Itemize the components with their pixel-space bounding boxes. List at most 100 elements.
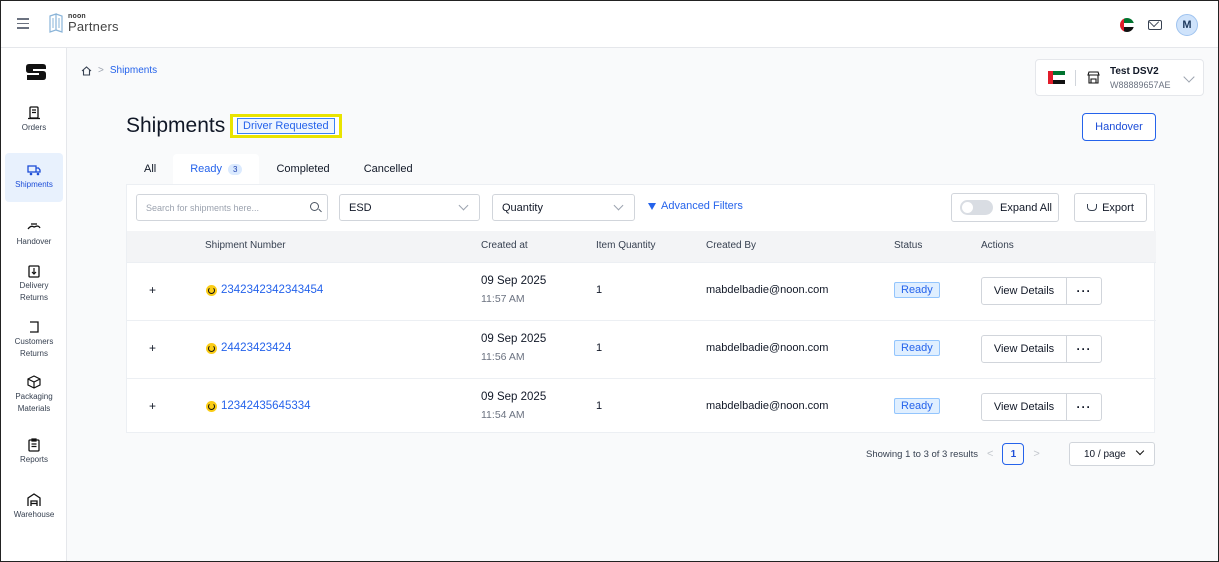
per-page-select[interactable]: 10 / page: [1069, 442, 1155, 466]
advanced-filters-link[interactable]: Advanced Filters: [648, 200, 743, 212]
sidebar-item-label: Packaging Materials: [15, 392, 53, 413]
expand-all-label: Expand All: [1000, 201, 1052, 214]
store-selector[interactable]: Test DSV2 W88889657AE: [1035, 59, 1204, 96]
created-date: 09 Sep 2025: [481, 333, 547, 345]
tab-cancelled[interactable]: Cancelled: [347, 154, 430, 184]
sidebar-item-warehouse[interactable]: Warehouse: [5, 493, 63, 521]
table-header: Shipment Number Created at Item Quantity…: [127, 231, 1156, 262]
sidebar-item-label: Customers Returns: [14, 337, 54, 358]
shipment-number-cell: 2342342342343454: [206, 284, 323, 296]
expand-row-button[interactable]: +: [149, 341, 156, 355]
filter-toolbar: ESD Quantity Advanced Filters Expand All: [127, 185, 1156, 231]
view-details-button[interactable]: View Details: [981, 335, 1067, 363]
sidebar-item-shipments[interactable]: Shipments: [5, 153, 63, 202]
tab-ready[interactable]: Ready 3: [173, 154, 260, 184]
export-button[interactable]: Export: [1074, 193, 1147, 222]
shipment-number-link[interactable]: 12342435645334: [221, 400, 311, 412]
store-name: Test DSV2: [1110, 66, 1159, 77]
shipment-number-link[interactable]: 24423423424: [221, 342, 291, 354]
sidebar-item-label: Orders: [21, 123, 47, 132]
warehouse-icon: [27, 493, 41, 506]
customer-returns-icon: [30, 321, 39, 333]
sidebar-item-customers-returns[interactable]: Customers Returns: [5, 320, 63, 359]
created-time: 11:57 AM: [481, 293, 525, 305]
column-header-created-by: Created By: [706, 240, 757, 251]
status-badge: Ready: [894, 340, 940, 356]
breadcrumb-separator-icon: >: [98, 65, 104, 76]
sidebar-item-orders[interactable]: Orders: [5, 106, 63, 134]
column-header-item-quantity: Item Quantity: [596, 240, 656, 251]
quantity-select[interactable]: Quantity: [492, 194, 635, 221]
page-number-button[interactable]: 1: [1002, 443, 1025, 465]
results-summary: Showing 1 to 3 of 3 results: [866, 448, 978, 460]
brand-logo-icon[interactable]: [25, 62, 47, 82]
view-details-button[interactable]: View Details: [981, 277, 1067, 305]
uae-flag-icon: [1048, 71, 1065, 84]
page-title: Shipments: [126, 114, 226, 137]
tab-all[interactable]: All: [127, 154, 173, 184]
shipment-number-cell: 24423423424: [206, 342, 291, 354]
handover-button[interactable]: Handover: [1082, 113, 1156, 141]
created-by: mabdelbadie@noon.com: [706, 284, 829, 296]
toggle-switch[interactable]: [960, 200, 993, 215]
column-header-shipment: Shipment Number: [205, 240, 286, 251]
store-icon: [1087, 71, 1100, 84]
status-tag-highlight: Driver Requested: [230, 114, 342, 138]
breadcrumb: > Shipments: [81, 65, 157, 76]
tab-label: Ready: [190, 163, 223, 175]
sidebar-item-reports[interactable]: Reports: [5, 438, 63, 466]
item-quantity: 1: [596, 400, 603, 412]
expand-row-button[interactable]: +: [149, 399, 156, 413]
chevron-down-icon: [1135, 446, 1145, 456]
driver-requested-tag: Driver Requested: [237, 118, 335, 134]
shipment-number-link[interactable]: 2342342342343454: [221, 284, 323, 296]
shipments-card: ESD Quantity Advanced Filters Expand All: [126, 184, 1156, 436]
menu-icon[interactable]: [17, 18, 29, 29]
noon-logo-icon: [49, 13, 63, 33]
sidebar-item-delivery-returns[interactable]: Delivery Returns: [5, 264, 63, 303]
reports-icon: [28, 438, 40, 452]
next-page-icon[interactable]: >: [1033, 448, 1039, 460]
pagination: Showing 1 to 3 of 3 results < 1 >: [866, 441, 1049, 467]
delivery-returns-icon: [28, 265, 40, 278]
created-by: mabdelbadie@noon.com: [706, 342, 829, 354]
driver-requested-icon: [206, 400, 217, 412]
store-id: W88889657AE: [1110, 80, 1171, 90]
created-date: 09 Sep 2025: [481, 391, 547, 403]
created-date: 09 Sep 2025: [481, 275, 547, 287]
prev-page-icon[interactable]: <: [987, 448, 993, 460]
breadcrumb-shipments-link[interactable]: Shipments: [110, 65, 157, 76]
esd-select[interactable]: ESD: [339, 194, 480, 221]
view-details-button[interactable]: View Details: [981, 393, 1067, 421]
app-logo[interactable]: noon Partners: [48, 13, 119, 33]
home-icon[interactable]: [81, 65, 92, 76]
avatar[interactable]: M: [1176, 14, 1198, 36]
search-icon[interactable]: [310, 202, 319, 211]
table-row: + 12342435645334 09 Sep 2025 11:54 AM 1 …: [127, 378, 1156, 436]
driver-requested-icon: [206, 342, 217, 354]
tab-completed[interactable]: Completed: [259, 154, 346, 184]
cloud-upload-icon: [1087, 204, 1098, 211]
package-icon: [27, 375, 41, 389]
filter-icon: [648, 202, 656, 210]
uae-flag-icon[interactable]: [1120, 18, 1134, 32]
app-window: noon Partners M Orders Shipments Handove…: [0, 0, 1219, 562]
expand-row-button[interactable]: +: [149, 283, 156, 297]
sidebar-item-label: Delivery Returns: [19, 281, 49, 302]
more-actions-button[interactable]: ···: [1066, 393, 1102, 421]
truck-icon: [27, 165, 41, 176]
created-time: 11:54 AM: [481, 409, 525, 421]
search-input[interactable]: [136, 194, 328, 221]
sidebar: Orders Shipments Handover Delivery Retur…: [1, 48, 67, 561]
mail-icon[interactable]: [1148, 20, 1162, 30]
status-badge: Ready: [894, 282, 940, 298]
sidebar-item-handover[interactable]: Handover: [5, 220, 63, 248]
sidebar-item-packaging-materials[interactable]: Packaging Materials: [5, 375, 63, 414]
more-actions-button[interactable]: ···: [1066, 277, 1102, 305]
more-actions-button[interactable]: ···: [1066, 335, 1102, 363]
expand-all-toggle[interactable]: Expand All: [951, 193, 1059, 222]
sidebar-item-label: Handover: [16, 237, 52, 246]
created-time: 11:56 AM: [481, 351, 525, 363]
orders-icon: [28, 106, 40, 120]
sidebar-item-label: Warehouse: [13, 510, 55, 519]
